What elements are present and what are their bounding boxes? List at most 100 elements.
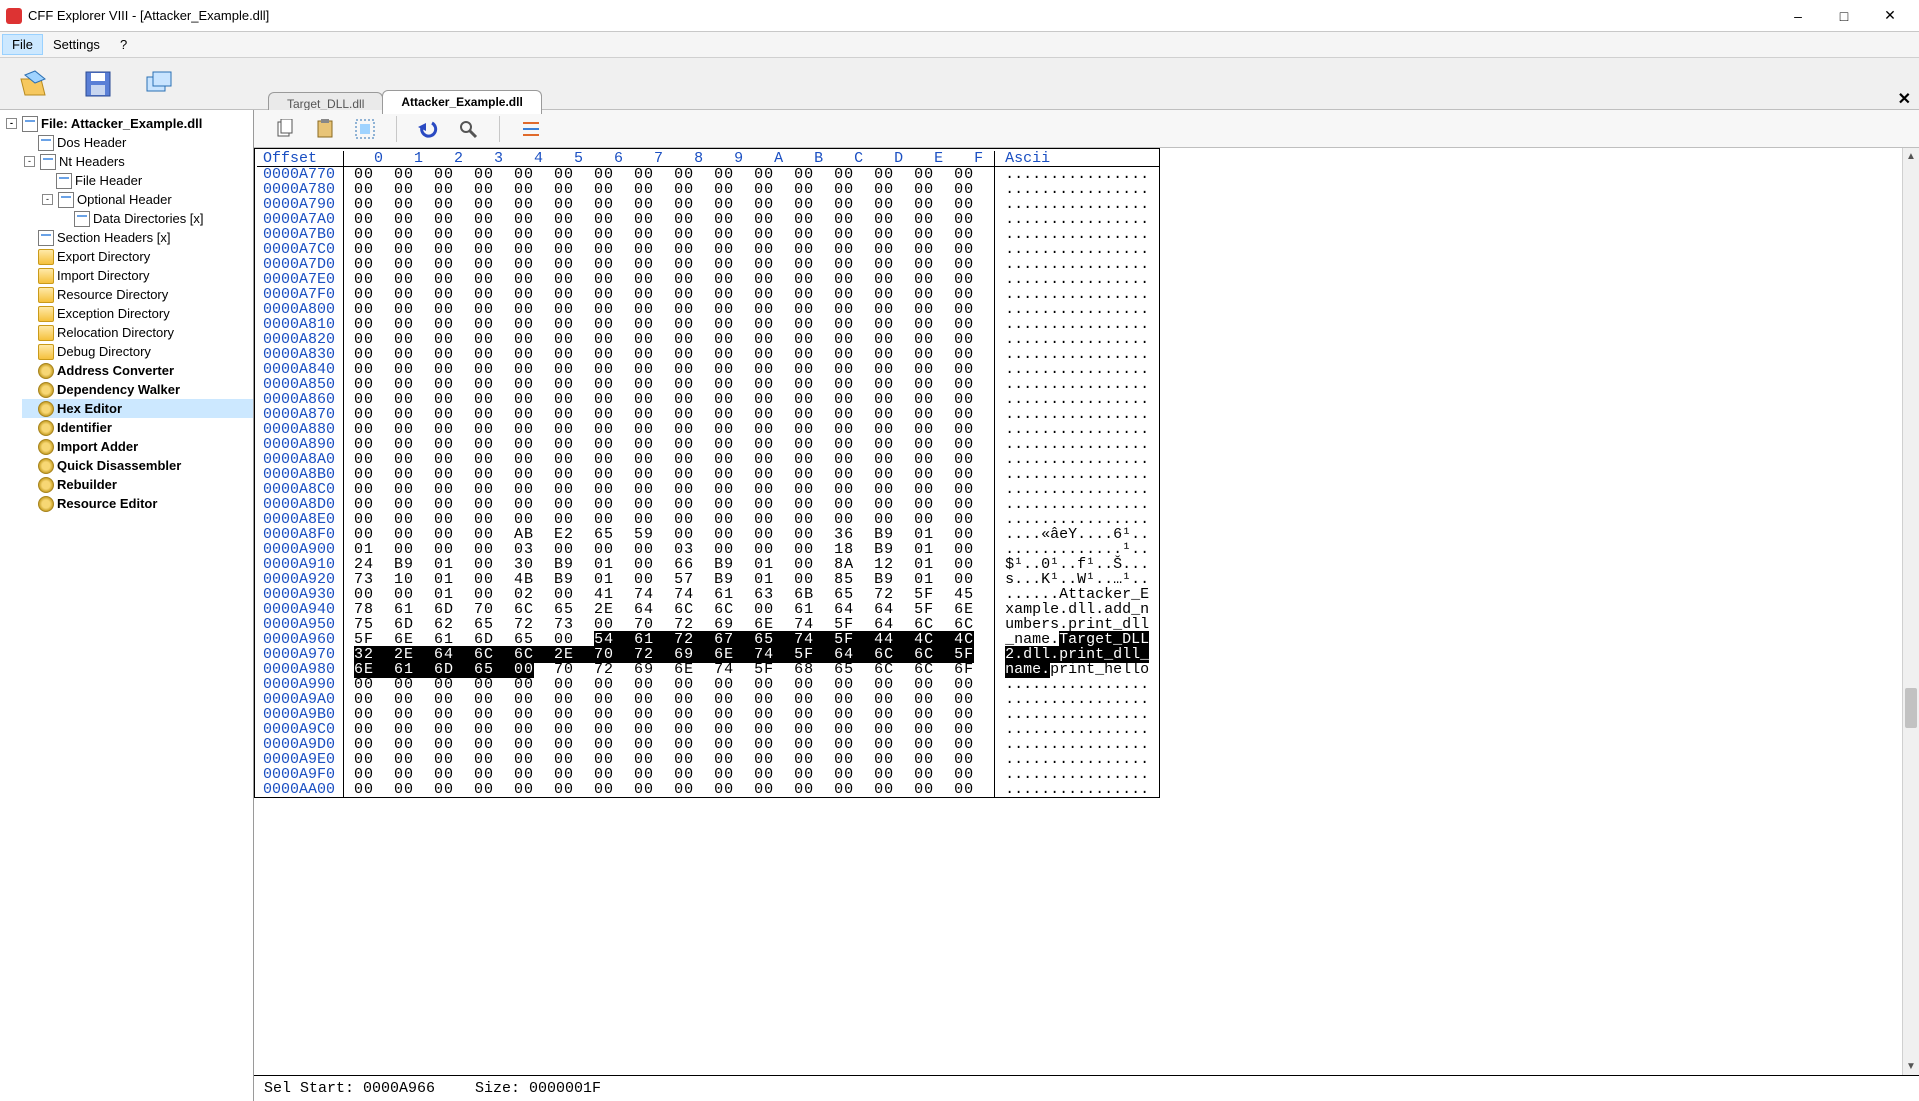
hex-row[interactable]: 0000A9E000 00 00 00 00 00 00 00 00 00 00…: [257, 752, 1159, 767]
hex-row[interactable]: 0000A9C000 00 00 00 00 00 00 00 00 00 00…: [257, 722, 1159, 737]
content-panel: Offset 0 1 2 3 4 5 6 7 8 9 A B C D E F A…: [254, 110, 1919, 1101]
hex-row[interactable]: 0000A7F000 00 00 00 00 00 00 00 00 00 00…: [257, 287, 1159, 302]
hex-row[interactable]: 0000A93000 00 01 00 02 00 41 74 74 61 63…: [257, 587, 1159, 602]
hex-row[interactable]: 0000A90001 00 00 00 03 00 00 00 03 00 00…: [257, 542, 1159, 557]
hex-row[interactable]: 0000A85000 00 00 00 00 00 00 00 00 00 00…: [257, 377, 1159, 392]
hex-row[interactable]: 0000A87000 00 00 00 00 00 00 00 00 00 00…: [257, 407, 1159, 422]
tree-import-directory[interactable]: Import Directory: [22, 266, 253, 285]
tree-address-converter[interactable]: Address Converter: [22, 361, 253, 380]
hex-row[interactable]: 0000A9605F 6E 61 6D 65 00 54 61 72 67 65…: [257, 632, 1159, 647]
hex-row[interactable]: 0000A8D000 00 00 00 00 00 00 00 00 00 00…: [257, 497, 1159, 512]
menu-file[interactable]: File: [2, 34, 43, 55]
tree-data-directories[interactable]: Data Directories [x]: [58, 209, 253, 228]
menu-help[interactable]: ?: [110, 34, 137, 55]
hex-row[interactable]: 0000A89000 00 00 00 00 00 00 00 00 00 00…: [257, 437, 1159, 452]
hex-row[interactable]: 0000A80000 00 00 00 00 00 00 00 00 00 00…: [257, 302, 1159, 317]
hex-row[interactable]: 0000A81000 00 00 00 00 00 00 00 00 00 00…: [257, 317, 1159, 332]
title-bar: CFF Explorer VIII - [Attacker_Example.dl…: [0, 0, 1919, 32]
hex-row[interactable]: 0000A8B000 00 00 00 00 00 00 00 00 00 00…: [257, 467, 1159, 482]
header-hex-columns: 0 1 2 3 4 5 6 7 8 9 A B C D E F: [344, 151, 995, 167]
scroll-down-icon[interactable]: ▼: [1903, 1058, 1919, 1075]
hex-row[interactable]: 0000A9A000 00 00 00 00 00 00 00 00 00 00…: [257, 692, 1159, 707]
close-button[interactable]: ✕: [1867, 0, 1913, 32]
tree-import-adder[interactable]: Import Adder: [22, 437, 253, 456]
header-ascii: Ascii: [995, 151, 1160, 167]
hex-row[interactable]: 0000A7B000 00 00 00 00 00 00 00 00 00 00…: [257, 227, 1159, 242]
hex-row[interactable]: 0000A84000 00 00 00 00 00 00 00 00 00 00…: [257, 362, 1159, 377]
hex-row[interactable]: 0000A97032 2E 64 6C 6C 2E 70 72 69 6E 74…: [257, 647, 1159, 662]
tree-export-directory[interactable]: Export Directory: [22, 247, 253, 266]
hex-row[interactable]: 0000A8F000 00 00 00 AB E2 65 59 00 00 00…: [257, 527, 1159, 542]
minimize-button[interactable]: –: [1775, 0, 1821, 32]
tree-quick-disassembler[interactable]: Quick Disassembler: [22, 456, 253, 475]
hex-row[interactable]: 0000A91024 B9 01 00 30 B9 01 00 66 B9 01…: [257, 557, 1159, 572]
paste-icon[interactable]: [312, 116, 338, 142]
hex-row[interactable]: 0000A77000 00 00 00 00 00 00 00 00 00 00…: [257, 167, 1159, 183]
tab-bar: Target_DLL.dll Attacker_Example.dll ✕: [254, 58, 1919, 109]
hex-row[interactable]: 0000A99000 00 00 00 00 00 00 00 00 00 00…: [257, 677, 1159, 692]
app-icon: [6, 8, 22, 24]
tree-hex-editor[interactable]: Hex Editor: [22, 399, 253, 418]
tree-dos-header[interactable]: Dos Header: [22, 133, 253, 152]
hex-row[interactable]: 0000A8C000 00 00 00 00 00 00 00 00 00 00…: [257, 482, 1159, 497]
scroll-up-icon[interactable]: ▲: [1903, 148, 1919, 165]
main-toolbar-row: Target_DLL.dll Attacker_Example.dll ✕: [0, 58, 1919, 110]
hex-row[interactable]: 0000A79000 00 00 00 00 00 00 00 00 00 00…: [257, 197, 1159, 212]
tree-section-headers[interactable]: Section Headers [x]: [22, 228, 253, 247]
hex-row[interactable]: 0000AA0000 00 00 00 00 00 00 00 00 00 00…: [257, 782, 1159, 797]
tree-identifier[interactable]: Identifier: [22, 418, 253, 437]
maximize-button[interactable]: □: [1821, 0, 1867, 32]
hex-row[interactable]: 0000A9F000 00 00 00 00 00 00 00 00 00 00…: [257, 767, 1159, 782]
menu-settings[interactable]: Settings: [43, 34, 110, 55]
tree-nt-headers[interactable]: -Nt Headers: [22, 152, 253, 171]
hex-row[interactable]: 0000A92073 10 01 00 4B B9 01 00 57 B9 01…: [257, 572, 1159, 587]
find-icon[interactable]: [455, 116, 481, 142]
hex-row[interactable]: 0000A7D000 00 00 00 00 00 00 00 00 00 00…: [257, 257, 1159, 272]
hex-row[interactable]: 0000A8E000 00 00 00 00 00 00 00 00 00 00…: [257, 512, 1159, 527]
hex-row[interactable]: 0000A82000 00 00 00 00 00 00 00 00 00 00…: [257, 332, 1159, 347]
status-size: Size: 0000001F: [475, 1080, 601, 1097]
tree-resource-directory[interactable]: Resource Directory: [22, 285, 253, 304]
hex-row[interactable]: 0000A7C000 00 00 00 00 00 00 00 00 00 00…: [257, 242, 1159, 257]
tree-relocation-directory[interactable]: Relocation Directory: [22, 323, 253, 342]
status-sel-start: Sel Start: 0000A966: [264, 1080, 435, 1097]
tab-attacker-example[interactable]: Attacker_Example.dll: [382, 90, 541, 114]
tree-debug-directory[interactable]: Debug Directory: [22, 342, 253, 361]
hex-row[interactable]: 0000A8A000 00 00 00 00 00 00 00 00 00 00…: [257, 452, 1159, 467]
scroll-thumb[interactable]: [1905, 688, 1917, 728]
hex-row[interactable]: 0000A7E000 00 00 00 00 00 00 00 00 00 00…: [257, 272, 1159, 287]
tree-resource-editor[interactable]: Resource Editor: [22, 494, 253, 513]
cascade-icon[interactable]: [142, 66, 178, 102]
close-tab-icon[interactable]: ✕: [1898, 89, 1911, 109]
tree-file-header[interactable]: File Header: [40, 171, 253, 190]
hex-row[interactable]: 0000A78000 00 00 00 00 00 00 00 00 00 00…: [257, 182, 1159, 197]
vertical-scrollbar[interactable]: ▲ ▼: [1902, 148, 1919, 1075]
tree-panel[interactable]: -File: Attacker_Example.dll Dos Header -…: [0, 110, 254, 1101]
hex-viewer[interactable]: Offset 0 1 2 3 4 5 6 7 8 9 A B C D E F A…: [254, 148, 1919, 1075]
undo-icon[interactable]: [415, 116, 441, 142]
hex-row[interactable]: 0000A9B000 00 00 00 00 00 00 00 00 00 00…: [257, 707, 1159, 722]
tree-rebuilder[interactable]: Rebuilder: [22, 475, 253, 494]
hex-toolbar: [254, 110, 1919, 148]
hex-row[interactable]: 0000A9806E 61 6D 65 00 70 72 69 6E 74 5F…: [257, 662, 1159, 677]
hex-row[interactable]: 0000A94078 61 6D 70 6C 65 2E 64 6C 6C 00…: [257, 602, 1159, 617]
open-icon[interactable]: [18, 66, 54, 102]
save-icon[interactable]: [80, 66, 116, 102]
hex-row[interactable]: 0000A9D000 00 00 00 00 00 00 00 00 00 00…: [257, 737, 1159, 752]
tree-exception-directory[interactable]: Exception Directory: [22, 304, 253, 323]
hex-row[interactable]: 0000A88000 00 00 00 00 00 00 00 00 00 00…: [257, 422, 1159, 437]
status-bar: Sel Start: 0000A966 Size: 0000001F: [254, 1075, 1919, 1101]
hex-row[interactable]: 0000A7A000 00 00 00 00 00 00 00 00 00 00…: [257, 212, 1159, 227]
tree-dependency-walker[interactable]: Dependency Walker: [22, 380, 253, 399]
hex-row[interactable]: 0000A86000 00 00 00 00 00 00 00 00 00 00…: [257, 392, 1159, 407]
copy-icon[interactable]: [272, 116, 298, 142]
header-offset: Offset: [257, 151, 344, 167]
tree-optional-header[interactable]: -Optional Header: [40, 190, 253, 209]
hex-row[interactable]: 0000A83000 00 00 00 00 00 00 00 00 00 00…: [257, 347, 1159, 362]
select-all-icon[interactable]: [352, 116, 378, 142]
menu-bar: File Settings ?: [0, 32, 1919, 58]
hex-row[interactable]: 0000A95075 6D 62 65 72 73 00 70 72 69 6E…: [257, 617, 1159, 632]
options-icon[interactable]: [518, 116, 544, 142]
tree-root[interactable]: -File: Attacker_Example.dll: [4, 114, 253, 133]
window-title: CFF Explorer VIII - [Attacker_Example.dl…: [28, 8, 1775, 23]
